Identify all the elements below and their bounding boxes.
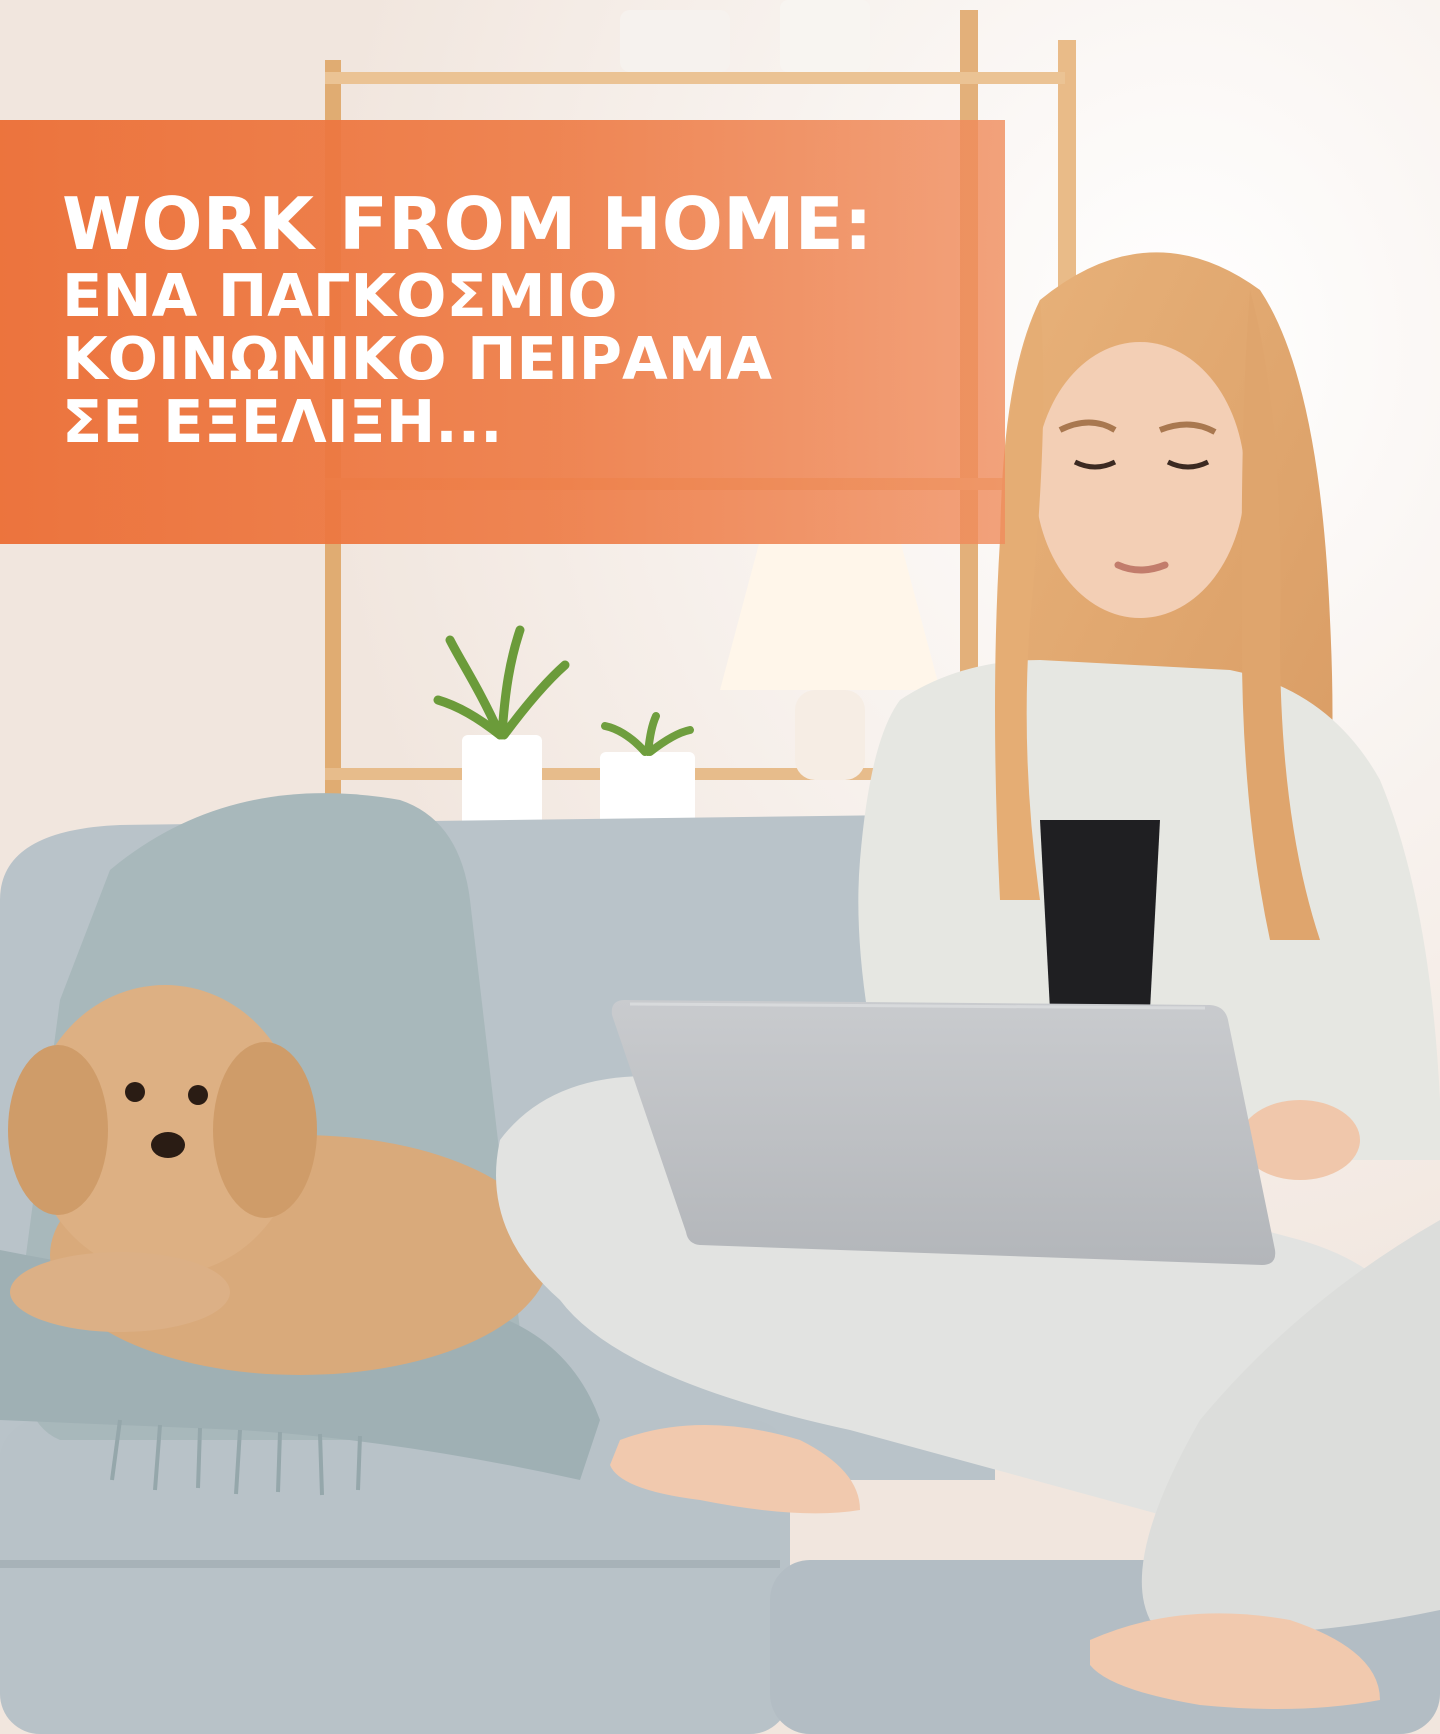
- headline-title: WORK FROM HOME:: [62, 182, 873, 266]
- headline-subtitle-line-3: ΣΕ ΕΞΕΛΙΞΗ...: [62, 387, 503, 456]
- headline-banner: WORK FROM HOME: ΕΝΑ ΠΑΓΚΟΣΜΙΟ ΚΟΙΝΩΝΙΚΟ …: [0, 120, 1005, 544]
- headline-subtitle-line-1: ΕΝΑ ΠΑΓΚΟΣΜΙΟ: [62, 261, 618, 330]
- headline-subtitle-line-2: ΚΟΙΝΩΝΙΚΟ ΠΕΙΡΑΜΑ: [62, 324, 773, 393]
- laptop: [611, 1000, 1276, 1265]
